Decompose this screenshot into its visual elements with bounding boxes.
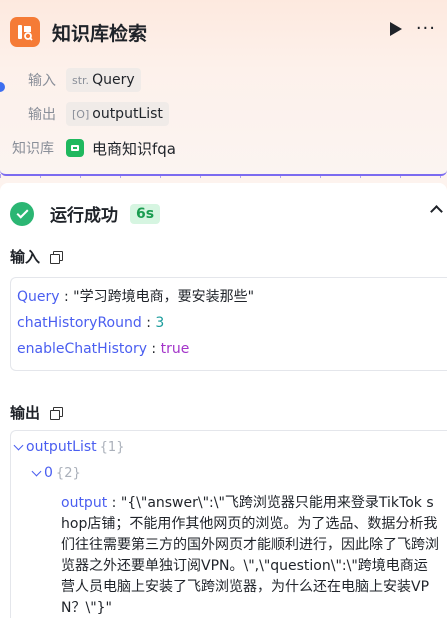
json-value: true xyxy=(160,341,190,357)
knowledge-base-label: 知识库 xyxy=(12,141,54,157)
input-section-label: 输入 xyxy=(10,248,41,266)
run-status: 运行成功 6s xyxy=(10,201,161,226)
array-object-type-icon: [O] xyxy=(72,107,90,121)
copy-icon[interactable] xyxy=(50,251,64,264)
status-text: 运行成功 xyxy=(50,206,118,226)
knowledge-base-row: 知识库 电商知识fqa xyxy=(12,135,176,161)
json-value: "学习跨境电商，要安装那些" xyxy=(73,289,255,305)
input-label: 输入 xyxy=(28,73,56,89)
input-variable-tag: str. Query xyxy=(66,68,141,92)
duration-badge: 6s xyxy=(130,203,161,224)
json-key: chatHistoryRound xyxy=(17,315,142,331)
output-field: output : "{\"answer\":\"飞跨浏览器只能用来登录TikTo… xyxy=(61,495,439,616)
connection-handle[interactable] xyxy=(0,82,5,92)
input-row: 输入 str. Query xyxy=(28,67,141,93)
chevron-down-icon[interactable] xyxy=(31,466,42,477)
copy-icon[interactable] xyxy=(50,407,64,420)
input-json-box: Query : "学习跨境电商，要安装那些" chatHistoryRound … xyxy=(10,277,447,371)
node-title: 知识库检索 xyxy=(52,22,148,45)
node-header: 知识库检索 ··· xyxy=(10,16,440,48)
item-count: {2} xyxy=(55,465,81,481)
output-variable-name: outputList xyxy=(92,106,163,122)
run-play-icon[interactable] xyxy=(389,22,402,36)
output-json-box: outputList {1} 0 {2} output : "{\"answer… xyxy=(10,430,447,618)
knowledge-retrieval-node[interactable]: 知识库检索 ··· 输入 str. Query 输出 [O] outputLis… xyxy=(0,0,447,176)
output-section-label: 输出 xyxy=(10,404,41,422)
json-key: 0 xyxy=(44,465,53,481)
item-count: {1} xyxy=(99,439,125,455)
more-options-icon[interactable]: ··· xyxy=(416,20,436,38)
chevron-down-icon[interactable] xyxy=(13,440,24,451)
success-check-icon xyxy=(10,201,34,226)
output-label: 输出 xyxy=(28,107,56,123)
input-field-chat-history-round: chatHistoryRound : 3 xyxy=(17,315,165,331)
input-field-query: Query : "学习跨境电商，要安装那些" xyxy=(17,289,255,305)
chevron-up-icon[interactable] xyxy=(430,205,443,218)
knowledge-base-icon xyxy=(66,139,84,157)
knowledge-base-name[interactable]: 电商知识fqa xyxy=(92,138,176,159)
input-field-enable-chat-history: enableChatHistory : true xyxy=(17,341,190,357)
input-section-title: 输入 xyxy=(10,246,64,267)
output-variable-tag: [O] outputList xyxy=(66,102,169,126)
json-key: outputList xyxy=(26,439,97,455)
input-variable-name: Query xyxy=(92,72,135,88)
json-key: enableChatHistory xyxy=(17,341,147,357)
json-value: 3 xyxy=(155,315,165,331)
json-key: output xyxy=(61,495,108,511)
json-key: Query xyxy=(17,289,60,305)
output-row: 输出 [O] outputList xyxy=(28,101,169,127)
json-value: "{\"answer\":\"飞跨浏览器只能用来登录TikTok shop店铺；… xyxy=(61,495,439,616)
output-section-title: 输出 xyxy=(10,402,64,423)
string-type-icon: str. xyxy=(72,73,90,87)
output-tree-root[interactable]: outputList {1} xyxy=(13,439,125,455)
knowledge-base-node-icon xyxy=(10,17,40,47)
run-result-panel: 运行成功 6s 输入 Query : "学习跨境电商，要安装那些" chatHi… xyxy=(0,183,447,618)
canvas-ruler xyxy=(0,174,447,178)
output-tree-item[interactable]: 0 {2} xyxy=(31,465,81,481)
